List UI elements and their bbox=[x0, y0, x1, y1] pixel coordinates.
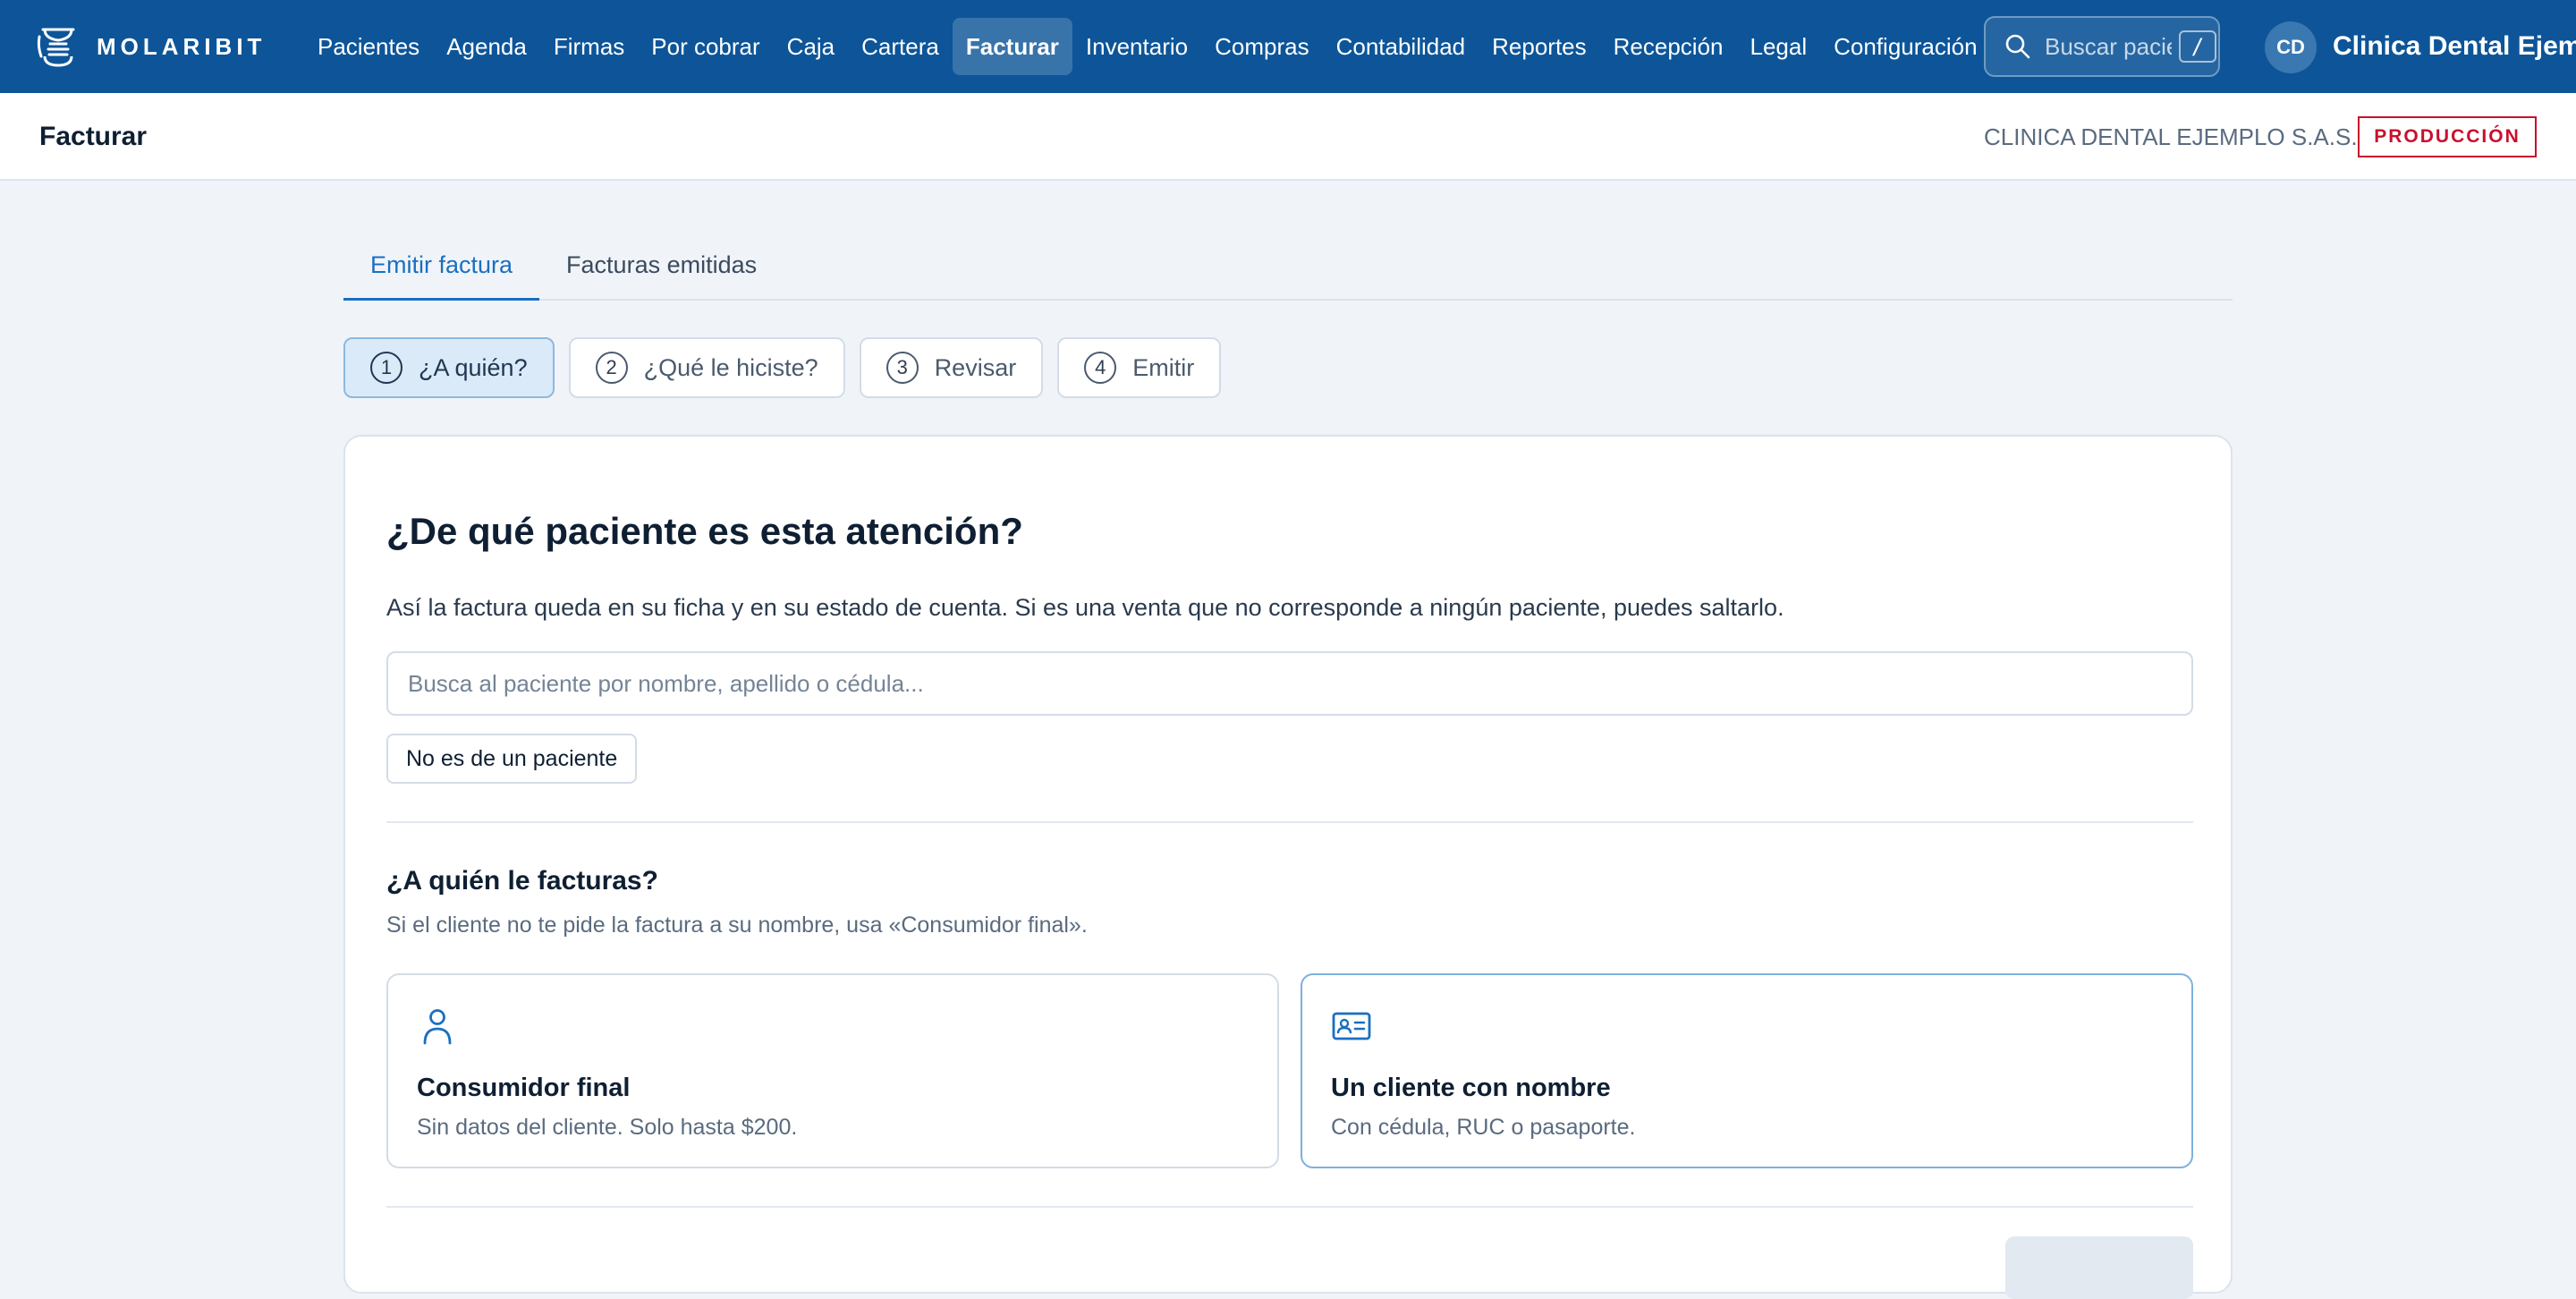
billing-question-title: ¿A quién le facturas? bbox=[386, 866, 658, 896]
billing-question-description: Si el cliente no te pide la factura a su… bbox=[386, 913, 1088, 938]
patient-question-description: Así la factura queda en su ficha y en su… bbox=[386, 594, 1784, 621]
step-label: Revisar bbox=[934, 353, 1017, 381]
option-description: Con cédula, RUC o pasaporte. bbox=[1331, 1115, 1636, 1140]
step-emitir[interactable]: 4 Emitir bbox=[1057, 337, 1222, 398]
company-name: CLINICA DENTAL EJEMPLO S.A.S. bbox=[1984, 123, 2358, 150]
search-shortcut-hint: / bbox=[2179, 30, 2216, 63]
nav-item-firmas[interactable]: Firmas bbox=[540, 18, 638, 75]
nav-item-caja[interactable]: Caja bbox=[774, 18, 848, 75]
tab-facturas-emitidas[interactable]: Facturas emitidas bbox=[539, 229, 784, 301]
tab-emitir-factura[interactable]: Emitir factura bbox=[343, 229, 540, 301]
option-cliente-con-nombre[interactable]: Un cliente con nombre Con cédula, RUC o … bbox=[1301, 973, 2193, 1168]
step-que-le-hiciste[interactable]: 2 ¿Qué le hiciste? bbox=[568, 337, 845, 398]
nav-item-facturar[interactable]: Facturar bbox=[952, 18, 1072, 75]
step-number: 1 bbox=[370, 352, 402, 384]
section-divider bbox=[386, 1206, 2193, 1208]
option-title: Consumidor final bbox=[417, 1074, 631, 1102]
avatar[interactable]: CD bbox=[2265, 21, 2317, 73]
nav-item-configuracion[interactable]: Configuración bbox=[1820, 18, 1990, 75]
nav-item-cartera[interactable]: Cartera bbox=[848, 18, 953, 75]
global-search[interactable]: / bbox=[1984, 16, 2220, 77]
step-number: 3 bbox=[886, 352, 919, 384]
top-navbar: MOLARIBIT Pacientes Agenda Firmas Por co… bbox=[0, 0, 2576, 93]
page-title: Facturar bbox=[39, 122, 148, 151]
wizard-steps: 1 ¿A quién? 2 ¿Qué le hiciste? 3 Revisar… bbox=[343, 337, 1235, 398]
no-patient-button[interactable]: No es de un paciente bbox=[386, 734, 638, 784]
step-a-quien[interactable]: 1 ¿A quién? bbox=[343, 337, 555, 398]
clinic-name[interactable]: Clinica Dental Ejemplo bbox=[2333, 0, 2576, 93]
step-label: Emitir bbox=[1132, 353, 1195, 381]
brand[interactable]: MOLARIBIT bbox=[36, 24, 304, 69]
nav-item-reportes[interactable]: Reportes bbox=[1479, 18, 1600, 75]
patient-search-input[interactable] bbox=[386, 651, 2193, 716]
nav-item-contabilidad[interactable]: Contabilidad bbox=[1323, 18, 1479, 75]
search-icon bbox=[2005, 34, 2030, 59]
dental-implant-logo-icon bbox=[37, 28, 75, 67]
nav-item-legal[interactable]: Legal bbox=[1737, 18, 1821, 75]
environment-badge: PRODUCCIÓN bbox=[2358, 116, 2537, 157]
step-label: ¿Qué le hiciste? bbox=[643, 353, 818, 381]
main-nav: Pacientes Agenda Firmas Por cobrar Caja … bbox=[304, 18, 1991, 75]
global-search-input[interactable] bbox=[2045, 32, 2172, 61]
patient-question-title: ¿De qué paciente es esta atención? bbox=[386, 510, 1023, 552]
option-title: Un cliente con nombre bbox=[1331, 1074, 1611, 1102]
nav-item-inventario[interactable]: Inventario bbox=[1072, 18, 1201, 75]
section-divider bbox=[386, 821, 2193, 823]
step-label: ¿A quién? bbox=[419, 353, 528, 381]
invoice-tabs: Emitir factura Facturas emitidas bbox=[343, 229, 2233, 301]
nav-item-recepcion[interactable]: Recepción bbox=[1600, 18, 1737, 75]
nav-item-compras[interactable]: Compras bbox=[1201, 18, 1322, 75]
next-step-button[interactable] bbox=[2005, 1236, 2193, 1299]
invoice-form-card: ¿De qué paciente es esta atención? Así l… bbox=[343, 435, 2233, 1299]
option-description: Sin datos del cliente. Solo hasta $200. bbox=[417, 1115, 798, 1140]
page-header: Facturar CLINICA DENTAL EJEMPLO S.A.S. P… bbox=[0, 93, 2576, 181]
nav-item-pacientes[interactable]: Pacientes bbox=[304, 18, 433, 75]
step-revisar[interactable]: 3 Revisar bbox=[859, 337, 1044, 398]
brand-name: MOLARIBIT bbox=[97, 32, 267, 60]
step-number: 2 bbox=[595, 352, 628, 384]
id-card-icon bbox=[1332, 1012, 1371, 1040]
nav-item-por-cobrar[interactable]: Por cobrar bbox=[638, 18, 773, 75]
step-number: 4 bbox=[1084, 352, 1117, 384]
nav-item-agenda[interactable]: Agenda bbox=[433, 18, 540, 75]
option-consumidor-final[interactable]: Consumidor final Sin datos del cliente. … bbox=[386, 973, 1279, 1168]
person-icon bbox=[423, 1009, 452, 1045]
